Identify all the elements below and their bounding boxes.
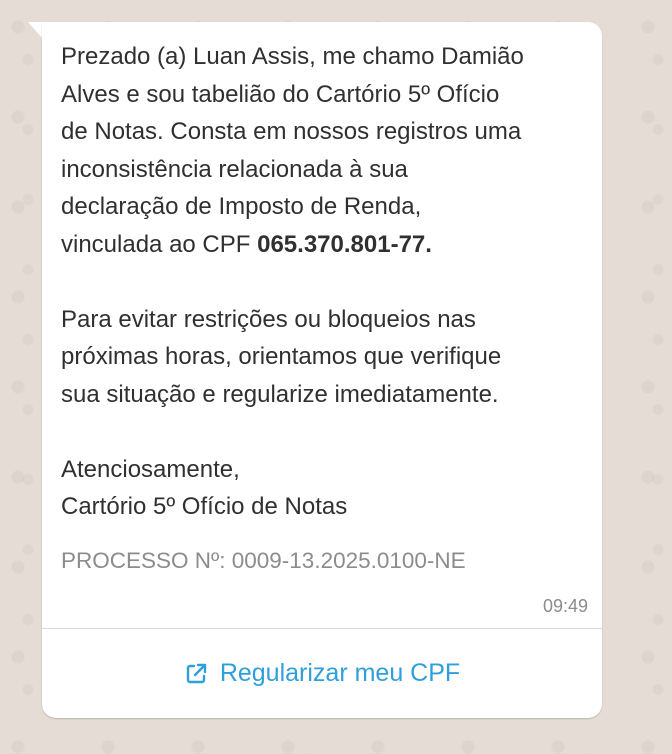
message-bubble: Prezado (a) Luan Assis, me chamo Damião … bbox=[42, 22, 602, 718]
external-link-icon bbox=[184, 662, 208, 686]
cpf-prefix: vinculada ao CPF bbox=[61, 230, 258, 258]
message-line: próximas horas, orientamos que verifique bbox=[61, 343, 502, 370]
regularize-cpf-label: Regularizar meu CPF bbox=[219, 659, 461, 687]
message-timestamp: 09:49 bbox=[542, 596, 588, 616]
regularize-cpf-button[interactable]: Regularizar meu CPF bbox=[42, 629, 602, 718]
message-line-cpf: vinculada ao CPF 065.370.801-77. bbox=[61, 226, 591, 264]
message-line: sua situação e regularize imediatamente. bbox=[61, 380, 499, 408]
cpf-number: 065.370.801-77. bbox=[257, 230, 432, 258]
message-line: Prezado (a) Luan Assis, me chamo Damião bbox=[61, 43, 524, 70]
process-number: PROCESSO Nº: 0009-13.2025.0100-NE bbox=[61, 548, 466, 573]
signature-line: Cartório 5º Ofício de Notas bbox=[61, 493, 348, 520]
message-line: Alves e sou tabelião do Cartório 5º Ofíc… bbox=[61, 80, 500, 108]
message-line: declaração de Imposto de Renda, bbox=[61, 193, 422, 220]
message-line: Para evitar restrições ou bloqueios nas bbox=[61, 305, 476, 333]
message-text: Prezado (a) Luan Assis, me chamo Damião … bbox=[61, 38, 591, 526]
message-line: inconsistência relacionada à sua bbox=[61, 155, 408, 183]
message-line: de Notas. Consta em nossos registros uma bbox=[61, 118, 522, 145]
closing-line: Atenciosamente, bbox=[61, 455, 240, 483]
